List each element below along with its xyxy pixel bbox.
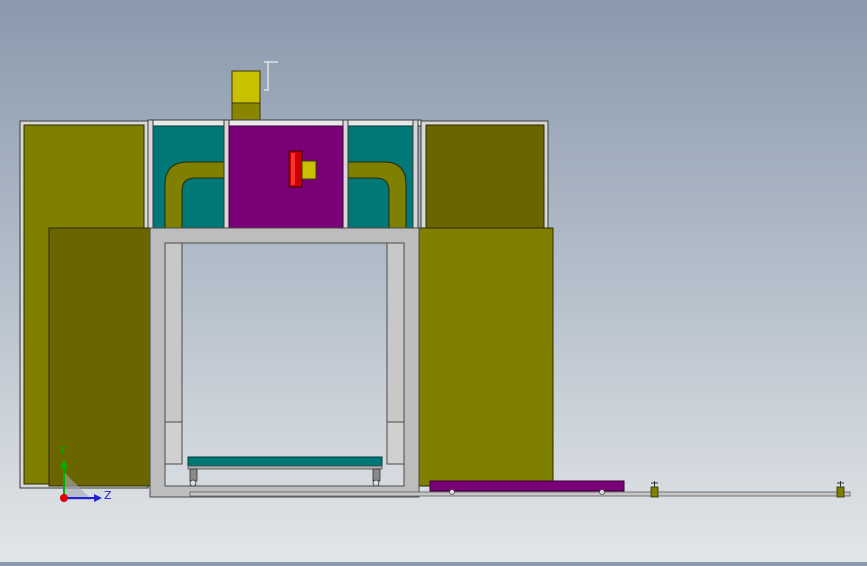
right-back-panel	[420, 120, 549, 232]
y-axis-label: Y	[59, 444, 66, 457]
floor-rail	[189, 491, 851, 497]
machine-drawing	[19, 61, 851, 502]
cad-viewport[interactable]: Y Z	[0, 0, 867, 562]
z-axis-label: Z	[104, 489, 112, 502]
purple-center-panel	[228, 125, 344, 229]
top-frame-bar	[147, 119, 422, 127]
top-motor	[231, 61, 278, 122]
inner-cart	[187, 456, 383, 487]
right-front-panel	[417, 227, 554, 487]
